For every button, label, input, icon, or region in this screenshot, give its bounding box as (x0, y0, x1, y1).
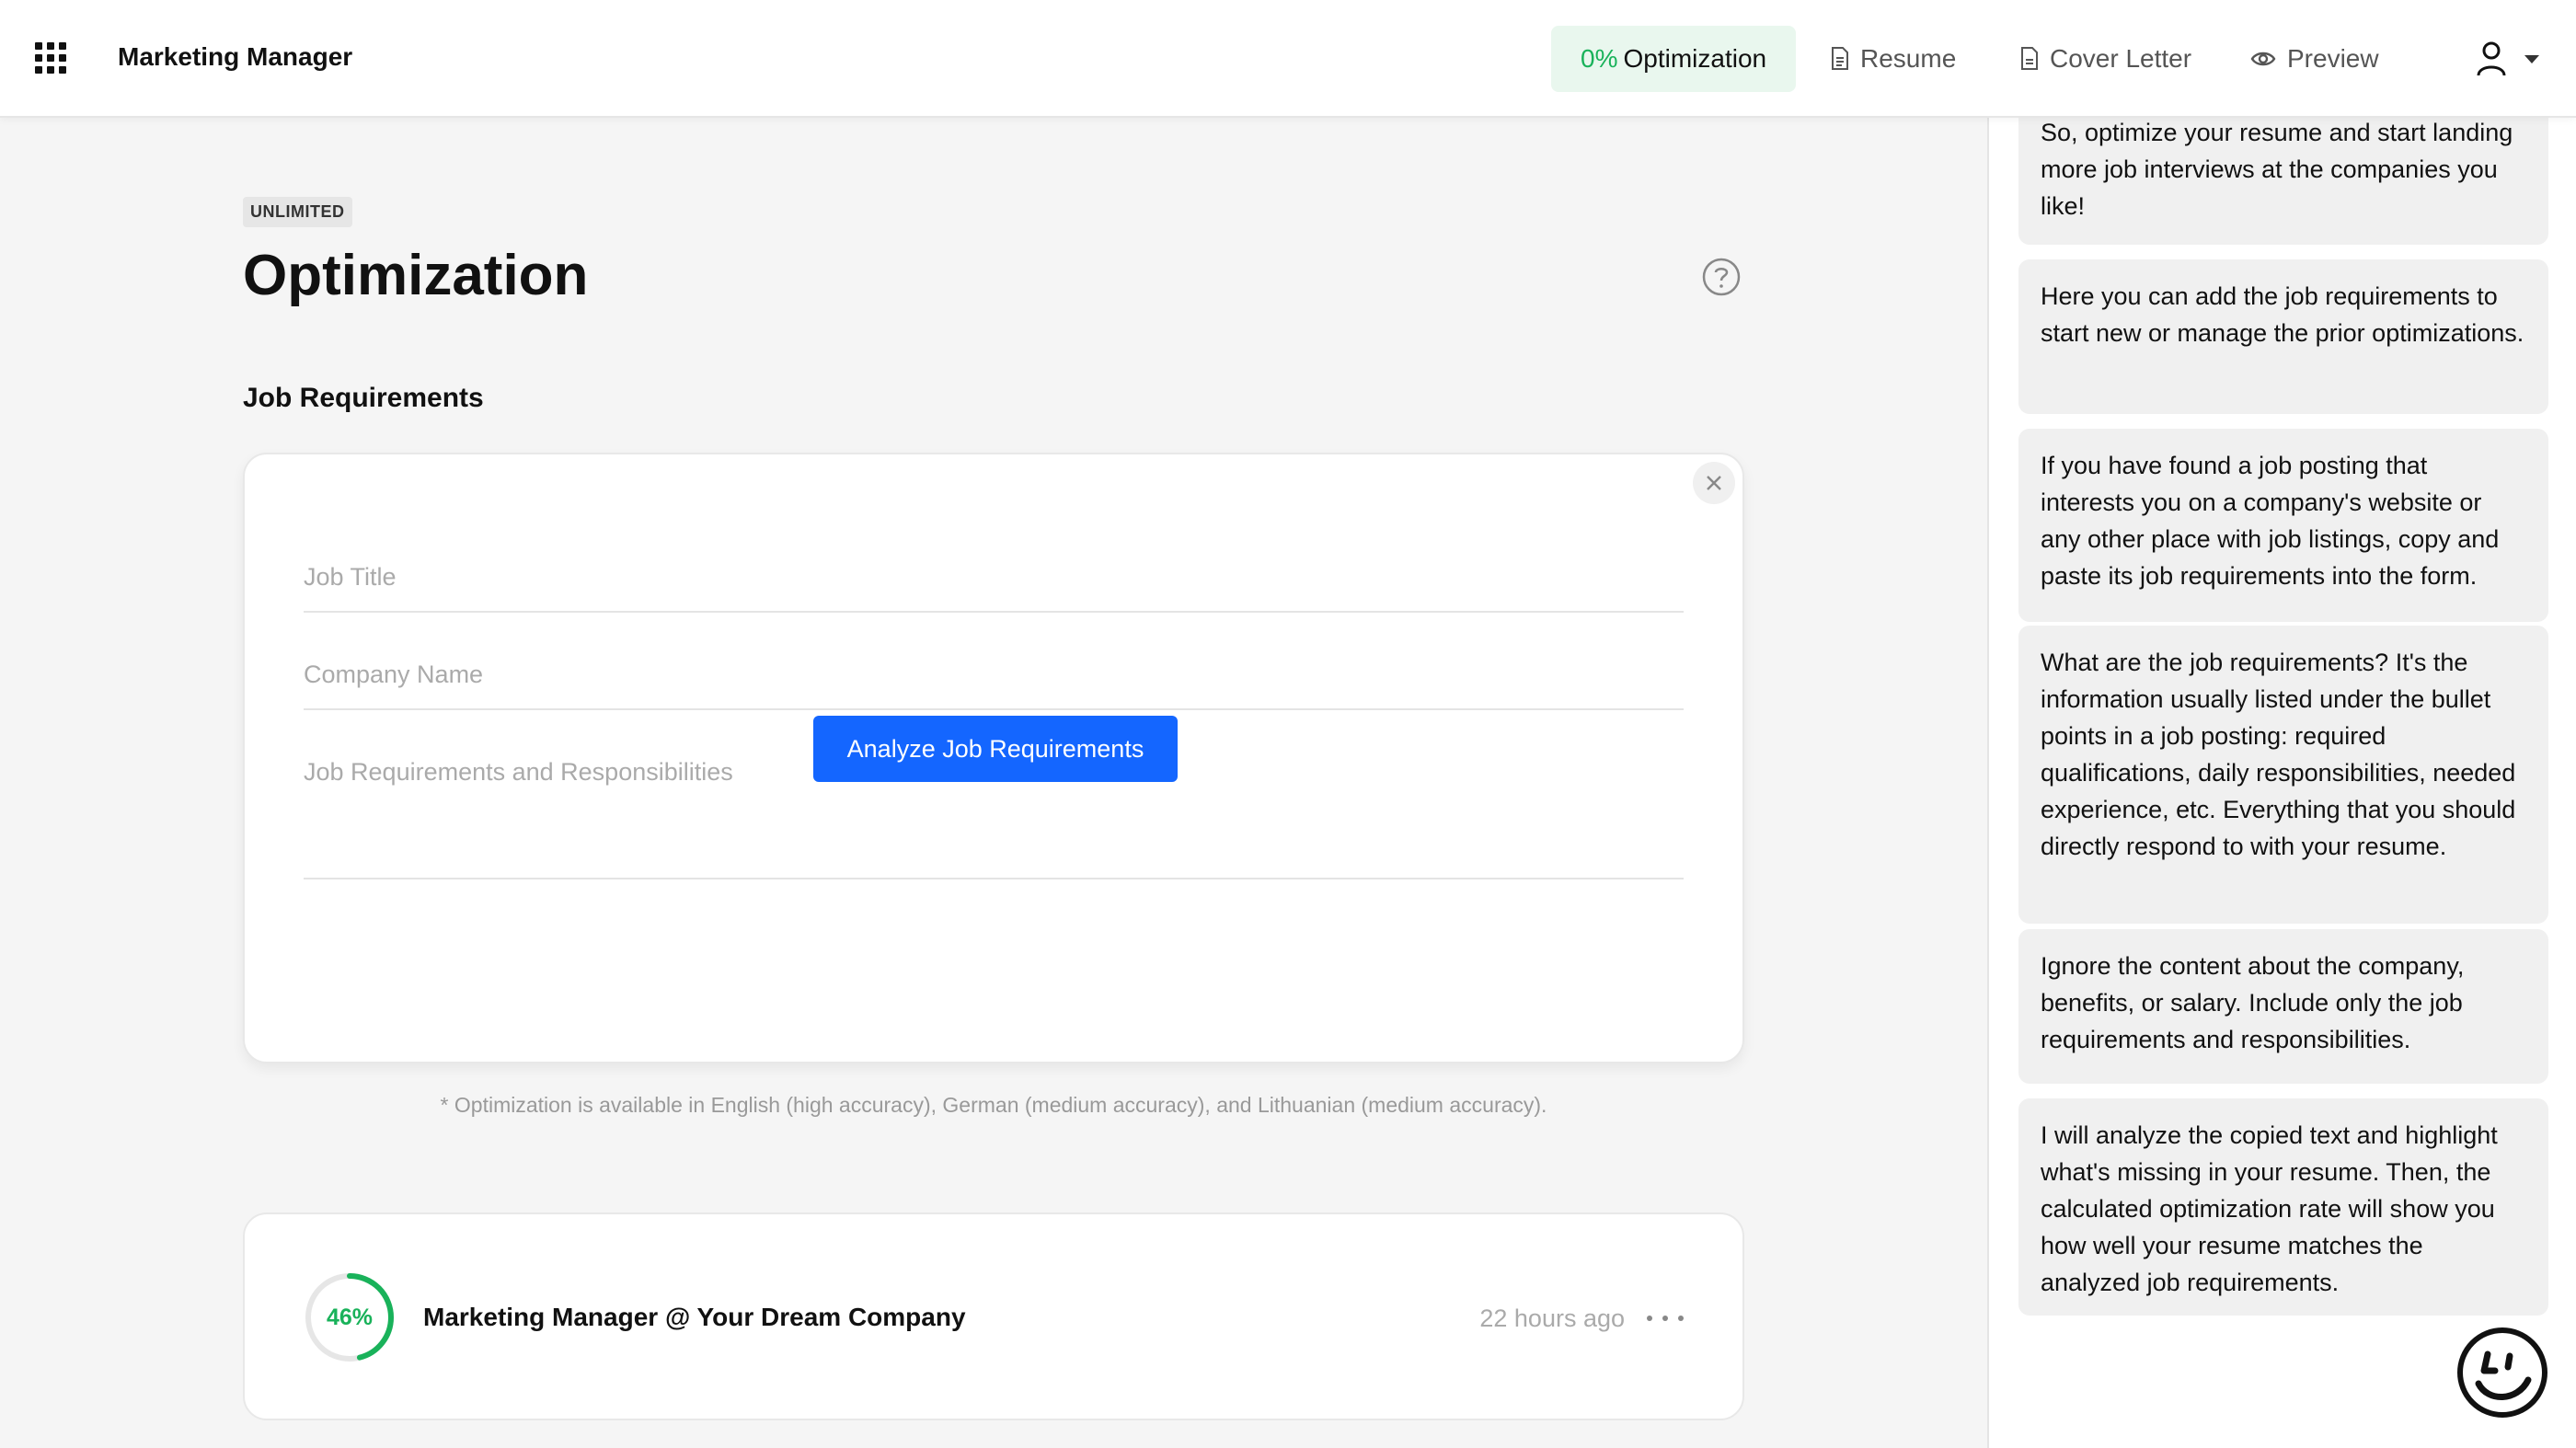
optimization-percent: 0% (1581, 44, 1618, 73)
job-title-input[interactable] (304, 563, 1684, 592)
tab-preview-label: Preview (2287, 44, 2379, 73)
close-button[interactable] (1693, 462, 1735, 504)
tab-resume[interactable]: Resume (1831, 26, 1956, 92)
tab-cover-letter-label: Cover Letter (2050, 44, 2192, 73)
page-title: Optimization (243, 244, 589, 307)
user-menu[interactable] (2475, 37, 2539, 81)
tab-preview[interactable]: Preview (2250, 26, 2379, 92)
optimization-history-item[interactable]: 46% Marketing Manager @ Your Dream Compa… (243, 1212, 1744, 1420)
optimization-percent-label: 46% (326, 1304, 374, 1330)
company-name-input[interactable] (304, 661, 1684, 689)
tab-cover-letter[interactable]: Cover Letter (2020, 26, 2191, 92)
close-icon (1707, 476, 1721, 490)
user-icon (2477, 41, 2506, 76)
tip-bubble: I will analyze the copied text and highl… (2018, 1098, 2548, 1316)
tip-bubble: Ignore the content about the company, be… (2018, 929, 2548, 1084)
top-bar: Marketing Manager 0% Optimization Resume… (0, 0, 2576, 118)
analyze-button[interactable]: Analyze Job Requirements (813, 716, 1178, 782)
assistant-panel: So, optimize your resume and start landi… (1987, 0, 2576, 1448)
company-name-field (304, 661, 1684, 710)
chevron-down-icon (2524, 54, 2539, 63)
job-requirements-form: Analyze Job Requirements (243, 453, 1744, 1063)
tip-bubble: So, optimize your resume and start landi… (2018, 96, 2548, 245)
tab-optimization[interactable]: 0% Optimization (1551, 26, 1797, 92)
document-icon (2021, 47, 2038, 70)
main-content: UNLIMITED Optimization Job Requirements … (0, 118, 1987, 1448)
tip-bubble: Here you can add the job requirements to… (2018, 259, 2548, 414)
more-options-icon[interactable] (1647, 1303, 1684, 1334)
tip-bubble: If you have found a job posting that int… (2018, 429, 2548, 622)
tip-bubble: What are the job requirements? It's the … (2018, 626, 2548, 924)
language-note: * Optimization is available in English (… (440, 1093, 1547, 1117)
document-title: Marketing Manager (118, 42, 353, 71)
history-title: Marketing Manager @ Your Dream Company (423, 1303, 966, 1331)
help-icon[interactable] (1702, 258, 1741, 296)
plan-badge: UNLIMITED (243, 197, 352, 227)
apps-grid-icon[interactable] (35, 42, 66, 74)
eye-icon (2250, 52, 2276, 66)
tab-optimization-label: Optimization (1623, 44, 1767, 73)
assistant-face-icon[interactable] (2456, 1327, 2548, 1419)
document-icon (1832, 47, 1848, 70)
tab-resume-label: Resume (1860, 44, 1957, 73)
history-timestamp: 22 hours ago (1479, 1304, 1625, 1332)
section-title: Job Requirements (243, 383, 484, 413)
job-title-field (304, 563, 1684, 613)
